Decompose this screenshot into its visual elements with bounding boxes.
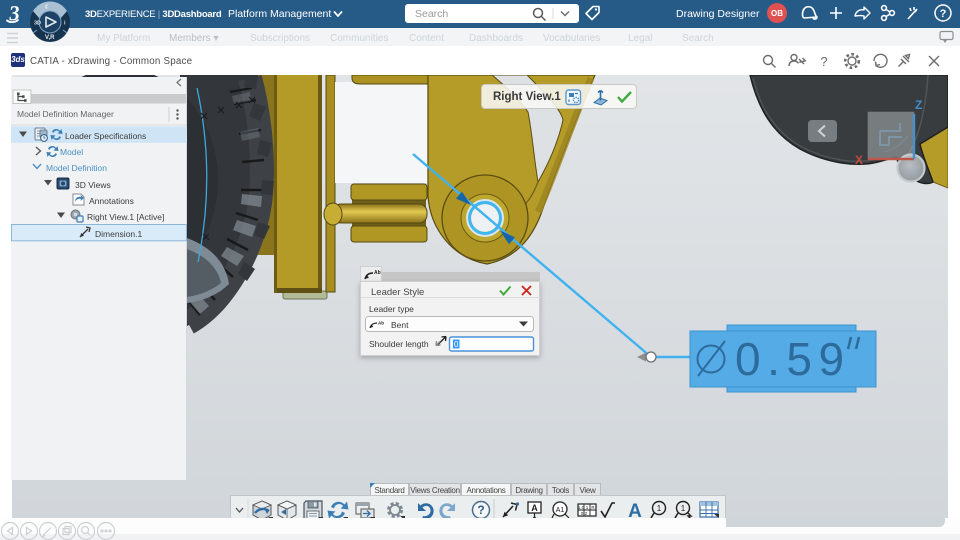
svg-text:1.0: 1.0: [578, 505, 585, 510]
svg-text:Platform Management: Platform Management: [228, 8, 331, 20]
svg-text:0.59: 0.59: [735, 333, 851, 385]
svg-text:?: ?: [477, 503, 484, 517]
svg-text:A1: A1: [556, 507, 565, 514]
svg-text:OB: OB: [771, 9, 783, 18]
svg-text:Drawing Designer: Drawing Designer: [676, 8, 760, 20]
svg-text:Search: Search: [415, 8, 448, 20]
svg-text:1: 1: [681, 504, 686, 513]
svg-text:3D: 3D: [34, 21, 41, 27]
svg-text:Z: Z: [915, 98, 922, 112]
svg-text:A: A: [531, 503, 538, 513]
svg-text:1: 1: [657, 504, 662, 513]
svg-text:X: X: [855, 153, 863, 167]
svg-text:V,R: V,R: [45, 35, 55, 41]
svg-text:?: ?: [940, 8, 947, 20]
svg-text:?: ?: [820, 54, 827, 69]
svg-text:0: 0: [454, 340, 459, 349]
svg-text:Ab: Ab: [374, 270, 381, 276]
svg-text:0.2: 0.2: [581, 511, 588, 516]
svg-text:3DEXPERIENCE | 3DDashboard: 3DEXPERIENCE | 3DDashboard: [85, 9, 222, 20]
svg-text:Ab: Ab: [378, 321, 384, 326]
